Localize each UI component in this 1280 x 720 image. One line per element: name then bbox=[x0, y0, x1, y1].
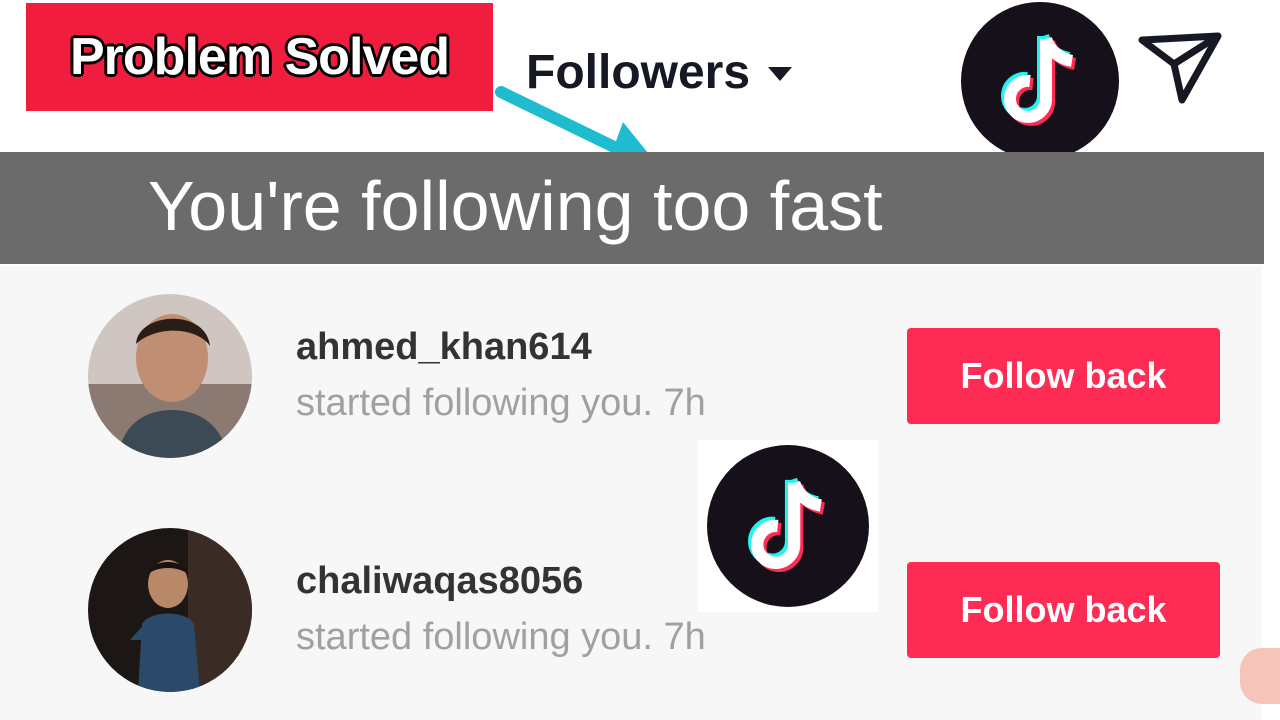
follow-back-button[interactable]: Follow back bbox=[907, 328, 1220, 424]
screen-edge bbox=[1262, 0, 1280, 720]
follower-username[interactable]: chaliwaqas8056 bbox=[296, 560, 583, 603]
rate-limit-toast: You're following too fast bbox=[0, 152, 1264, 264]
tiktok-logo-icon bbox=[698, 440, 878, 612]
avatar[interactable] bbox=[88, 294, 252, 458]
avatar[interactable] bbox=[88, 528, 252, 692]
paper-plane-icon[interactable] bbox=[1138, 30, 1222, 104]
badge-text: Problem Solved bbox=[70, 28, 450, 86]
caret-down-icon bbox=[768, 67, 793, 81]
problem-solved-badge: Problem Solved bbox=[26, 3, 493, 111]
follower-activity: started following you. 7h bbox=[296, 616, 706, 658]
follower-row[interactable]: ahmed_khan614 started following you. 7h … bbox=[0, 276, 1262, 476]
floating-handle[interactable] bbox=[1240, 648, 1280, 704]
toast-message: You're following too fast bbox=[148, 167, 883, 245]
follower-activity: started following you. 7h bbox=[296, 382, 706, 424]
follower-username[interactable]: ahmed_khan614 bbox=[296, 326, 592, 369]
tiktok-logo-icon bbox=[957, 0, 1122, 162]
follower-row[interactable]: chaliwaqas8056 started following you. 7h… bbox=[0, 510, 1262, 710]
follow-back-button[interactable]: Follow back bbox=[907, 562, 1220, 658]
